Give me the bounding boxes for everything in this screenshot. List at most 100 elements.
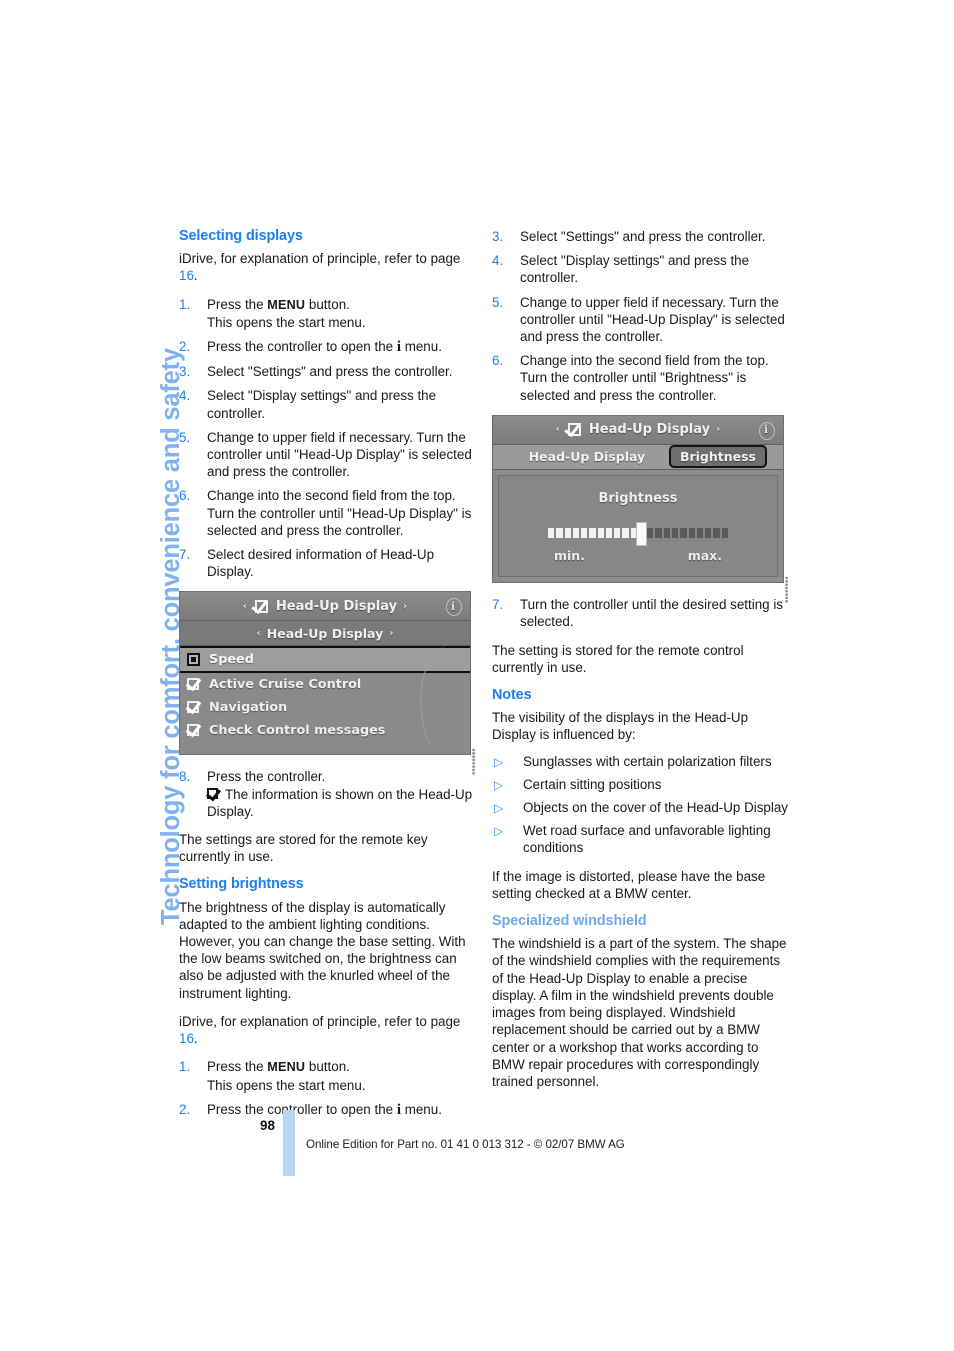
idrive-row-label: Navigation <box>209 700 288 716</box>
slider-segment <box>713 528 720 539</box>
step-item: 7. Turn the controller until the desired… <box>492 596 792 630</box>
chevron-left-icon[interactable]: ‹ <box>243 598 247 615</box>
step-item: 2. Press the controller to open the i me… <box>179 338 479 356</box>
slider-segment <box>597 528 604 539</box>
idrive-topbar: ‹ Head-Up Display › i <box>180 592 470 622</box>
heading-selecting-displays: Selecting displays <box>179 228 303 244</box>
chevron-right-icon[interactable]: › <box>716 421 720 438</box>
step-number: 5. <box>179 429 191 445</box>
filled-box-icon <box>187 653 200 667</box>
slider-segment <box>572 528 580 539</box>
checkmark-icon <box>187 724 202 737</box>
page-reference-16[interactable]: 16 <box>179 1031 194 1046</box>
step-text: Select "Settings" and press the controll… <box>207 364 453 380</box>
right-column: 3. Select "Settings" and press the contr… <box>492 228 792 1101</box>
step-text-post: button. <box>305 1059 350 1075</box>
idrive-row-speed[interactable]: Speed <box>180 646 470 674</box>
slider-segment <box>614 528 621 539</box>
steps-list-brightness-continued: 3. Select "Settings" and press the contr… <box>492 228 792 404</box>
chevron-left-icon[interactable]: ‹ <box>556 421 560 438</box>
info-icon-letter: i <box>763 423 769 437</box>
idrive-intro-text: iDrive, for explanation of principle, re… <box>179 251 461 267</box>
step-item: 5. Change to upper field if necessary. T… <box>492 294 792 346</box>
paragraph-windshield: The windshield is a part of the system. … <box>492 936 787 1089</box>
chevron-right-icon[interactable]: › <box>389 625 393 642</box>
idrive-intro-period-2: . <box>193 1031 198 1047</box>
steps-list-step7: 7. Turn the controller until the desired… <box>492 596 792 630</box>
step-number: 2. <box>179 339 191 355</box>
idrive-topbar-title: Head-Up Display <box>588 422 711 438</box>
idrive-row-label: Speed <box>209 652 254 668</box>
step-item: 7. Select desired information of Head-Up… <box>179 546 479 580</box>
idrive-tab-bar: Head-Up Display Brightness <box>493 444 783 470</box>
slider-max-label: max. <box>687 548 722 564</box>
triangle-bullet-icon: ▷ <box>494 824 504 839</box>
step-text: Select "Display settings" and press the … <box>207 388 437 421</box>
idrive-list-filler <box>180 742 470 754</box>
chapter-side-tab: Technology for comfort, convenience and … <box>127 225 185 925</box>
paragraph-settings-stored: The settings are stored for the remote k… <box>179 832 428 865</box>
step-number: 6. <box>179 488 191 504</box>
figure-idrive-display-selection: ‹ Head-Up Display › i ‹ Head-Up Display … <box>179 591 476 775</box>
step-item: 6. Change into the second field from the… <box>492 352 792 404</box>
list-item: ▷ Wet road surface and unfavorable light… <box>492 822 792 856</box>
chevron-right-icon[interactable]: › <box>403 598 407 615</box>
step-text-pre: Press the <box>207 1059 268 1075</box>
page-reference-16[interactable]: 16 <box>179 268 194 283</box>
slider-segment <box>721 528 728 539</box>
slider-segment <box>605 528 613 539</box>
step-text: Change into the second field from the to… <box>207 488 472 538</box>
slider-segment <box>647 528 654 539</box>
step-item: 4. Select "Display settings" and press t… <box>179 387 479 421</box>
step-number: 8. <box>179 769 191 785</box>
step-number: 6. <box>492 353 504 369</box>
triangle-bullet-icon: ▷ <box>494 754 504 769</box>
paragraph-distorted-image: If the image is distorted, please have t… <box>492 868 766 901</box>
list-item: ▷ Certain sitting positions <box>492 776 792 793</box>
page-number: 98 <box>260 1118 275 1133</box>
step-result-text: The information is shown on the Head-Up … <box>207 786 473 819</box>
idrive-row-check-control-messages[interactable]: Check Control messages <box>180 719 470 742</box>
step-text-post: menu. <box>400 339 442 355</box>
brightness-panel: Brightness min. max. <box>498 474 778 578</box>
slider-segment <box>589 528 596 539</box>
paragraph-setting-stored: The setting is stored for the remote con… <box>492 642 744 675</box>
slider-thumb[interactable] <box>636 522 647 547</box>
info-icon[interactable]: i <box>756 420 776 440</box>
info-icon[interactable]: i <box>443 596 463 617</box>
checkbox-checked-icon <box>207 787 222 800</box>
triangle-bullet-icon: ▷ <box>494 801 504 816</box>
slider-segment <box>680 528 687 539</box>
checkmark-icon <box>187 701 202 714</box>
slider-segment <box>705 528 712 539</box>
tab-brightness-selected[interactable]: Brightness <box>668 445 767 469</box>
step-text-pre: Press the <box>207 296 268 312</box>
idrive-list: Speed Active Cruise Control Navigation C… <box>180 644 470 755</box>
slider-segment <box>564 528 571 539</box>
paragraph-idrive-intro: iDrive, for explanation of principle, re… <box>179 250 479 284</box>
brightness-slider[interactable] <box>548 522 728 547</box>
bullet-text: Wet road surface and unfavorable lightin… <box>523 823 771 856</box>
slider-segment <box>696 528 704 539</box>
step-number: 3. <box>492 229 504 244</box>
idrive-topbar-title: Head-Up Display <box>275 598 398 614</box>
idrive-intro-period: . <box>193 268 198 284</box>
slider-segment <box>581 528 588 539</box>
step-text: Press the controller. <box>207 769 326 785</box>
idrive-row-active-cruise-control[interactable]: Active Cruise Control <box>180 673 470 696</box>
step-number: 7. <box>179 547 191 563</box>
idrive-intro-text-2: iDrive, for explanation of principle, re… <box>179 1013 461 1029</box>
paragraph-idrive-intro-2: iDrive, for explanation of principle, re… <box>179 1013 479 1047</box>
step-number: 3. <box>179 364 191 380</box>
heading-setting-brightness: Setting brightness <box>179 876 304 893</box>
chevron-left-icon[interactable]: ‹ <box>257 625 261 642</box>
slider-segment <box>655 528 662 539</box>
bullet-text: Sunglasses with certain polarization fil… <box>523 753 772 769</box>
slider-segment <box>688 528 695 539</box>
step-item: 8. Press the controller. The information… <box>179 768 479 820</box>
step-number: 5. <box>492 294 504 310</box>
idrive-row-navigation[interactable]: Navigation <box>180 696 470 719</box>
tab-head-up-display[interactable]: Head-Up Display <box>505 446 669 467</box>
idrive-subbar-title: Head-Up Display <box>266 625 384 641</box>
slider-min-label: min. <box>554 548 585 564</box>
